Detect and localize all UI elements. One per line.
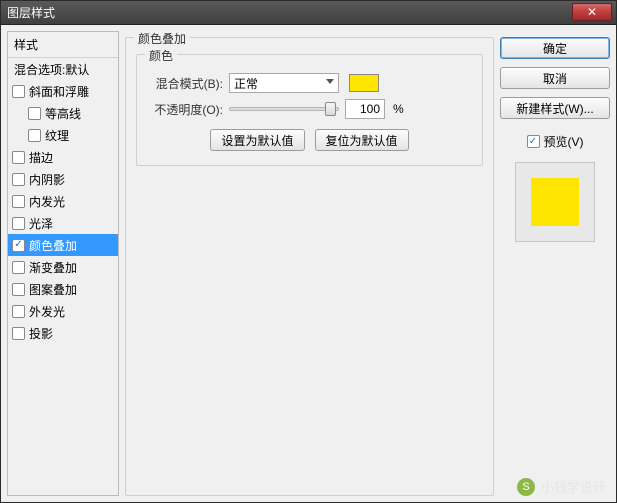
opacity-label: 不透明度(O): <box>147 101 223 118</box>
blend-mode-row: 混合模式(B): 正常 <box>147 73 472 93</box>
layer-style-dialog: 图层样式 ✕ 样式 混合选项:默认斜面和浮雕等高线纹理描边内阴影内发光光泽颜色叠… <box>0 0 617 503</box>
close-icon: ✕ <box>587 5 597 19</box>
style-item[interactable]: 描边 <box>8 146 118 168</box>
chevron-down-icon <box>326 79 334 84</box>
style-checkbox[interactable] <box>28 107 41 120</box>
ok-button[interactable]: 确定 <box>500 37 610 59</box>
blend-mode-select[interactable]: 正常 <box>229 73 339 93</box>
styles-panel: 样式 混合选项:默认斜面和浮雕等高线纹理描边内阴影内发光光泽颜色叠加渐变叠加图案… <box>7 31 119 496</box>
style-item[interactable]: 图案叠加 <box>8 278 118 300</box>
style-checkbox[interactable] <box>12 261 25 274</box>
style-item-label: 内阴影 <box>29 171 65 188</box>
preview-label: 预览(V) <box>544 133 584 150</box>
color-subgroup: 颜色 混合模式(B): 正常 不透明度(O): <box>136 54 483 166</box>
style-item-label: 渐变叠加 <box>29 259 77 276</box>
titlebar[interactable]: 图层样式 ✕ <box>1 1 616 25</box>
style-item[interactable]: 光泽 <box>8 212 118 234</box>
opacity-row: 不透明度(O): 100 % <box>147 99 472 119</box>
style-item[interactable]: 外发光 <box>8 300 118 322</box>
opacity-suffix: % <box>393 102 404 116</box>
style-item-label: 内发光 <box>29 193 65 210</box>
preview-box <box>515 162 595 242</box>
color-swatch[interactable] <box>349 74 379 92</box>
styles-list: 混合选项:默认斜面和浮雕等高线纹理描边内阴影内发光光泽颜色叠加渐变叠加图案叠加外… <box>8 58 118 495</box>
close-button[interactable]: ✕ <box>572 3 612 21</box>
preview-toggle-row: 预览(V) <box>500 133 610 150</box>
style-item[interactable]: 斜面和浮雕 <box>8 80 118 102</box>
style-item-label: 混合选项:默认 <box>14 61 89 78</box>
style-item-label: 等高线 <box>45 105 81 122</box>
reset-default-button[interactable]: 复位为默认值 <box>315 129 409 151</box>
options-panel: 颜色叠加 颜色 混合模式(B): 正常 不透明度(O): <box>125 31 494 496</box>
style-item[interactable]: 纹理 <box>8 124 118 146</box>
blend-mode-label: 混合模式(B): <box>147 75 223 92</box>
style-item-label: 外发光 <box>29 303 65 320</box>
style-checkbox[interactable] <box>12 195 25 208</box>
style-checkbox[interactable] <box>12 283 25 296</box>
preview-fill <box>531 178 579 226</box>
style-checkbox[interactable] <box>12 173 25 186</box>
preview-checkbox[interactable] <box>527 135 540 148</box>
slider-thumb[interactable] <box>325 102 336 116</box>
default-buttons-row: 设置为默认值 复位为默认值 <box>147 129 472 151</box>
style-item-label: 纹理 <box>45 127 69 144</box>
style-item[interactable]: 渐变叠加 <box>8 256 118 278</box>
opacity-slider[interactable] <box>229 107 339 111</box>
style-checkbox[interactable] <box>12 151 25 164</box>
cancel-button[interactable]: 取消 <box>500 67 610 89</box>
style-checkbox[interactable] <box>12 239 25 252</box>
style-item[interactable]: 内发光 <box>8 190 118 212</box>
style-item-label: 描边 <box>29 149 53 166</box>
style-checkbox[interactable] <box>12 85 25 98</box>
styles-header: 样式 <box>8 32 118 58</box>
dialog-buttons: 确定 取消 新建样式(W)... 预览(V) <box>500 31 610 496</box>
style-checkbox[interactable] <box>12 305 25 318</box>
group-legend: 颜色叠加 <box>134 30 190 47</box>
opacity-value: 100 <box>360 102 380 116</box>
style-checkbox[interactable] <box>28 129 41 142</box>
dialog-content: 样式 混合选项:默认斜面和浮雕等高线纹理描边内阴影内发光光泽颜色叠加渐变叠加图案… <box>1 25 616 502</box>
subgroup-legend: 颜色 <box>145 47 177 64</box>
style-item-label: 斜面和浮雕 <box>29 83 89 100</box>
style-checkbox[interactable] <box>12 217 25 230</box>
style-item[interactable]: 内阴影 <box>8 168 118 190</box>
blend-mode-value: 正常 <box>234 75 258 92</box>
style-item[interactable]: 等高线 <box>8 102 118 124</box>
style-item[interactable]: 混合选项:默认 <box>8 58 118 80</box>
style-item-label: 光泽 <box>29 215 53 232</box>
style-item-label: 图案叠加 <box>29 281 77 298</box>
style-item-label: 颜色叠加 <box>29 237 77 254</box>
style-checkbox[interactable] <box>12 327 25 340</box>
new-style-button[interactable]: 新建样式(W)... <box>500 97 610 119</box>
style-item[interactable]: 投影 <box>8 322 118 344</box>
opacity-input[interactable]: 100 <box>345 99 385 119</box>
style-item-label: 投影 <box>29 325 53 342</box>
style-item[interactable]: 颜色叠加 <box>8 234 118 256</box>
color-overlay-group: 颜色叠加 颜色 混合模式(B): 正常 不透明度(O): <box>125 37 494 496</box>
set-default-button[interactable]: 设置为默认值 <box>210 129 304 151</box>
window-title: 图层样式 <box>7 4 55 21</box>
